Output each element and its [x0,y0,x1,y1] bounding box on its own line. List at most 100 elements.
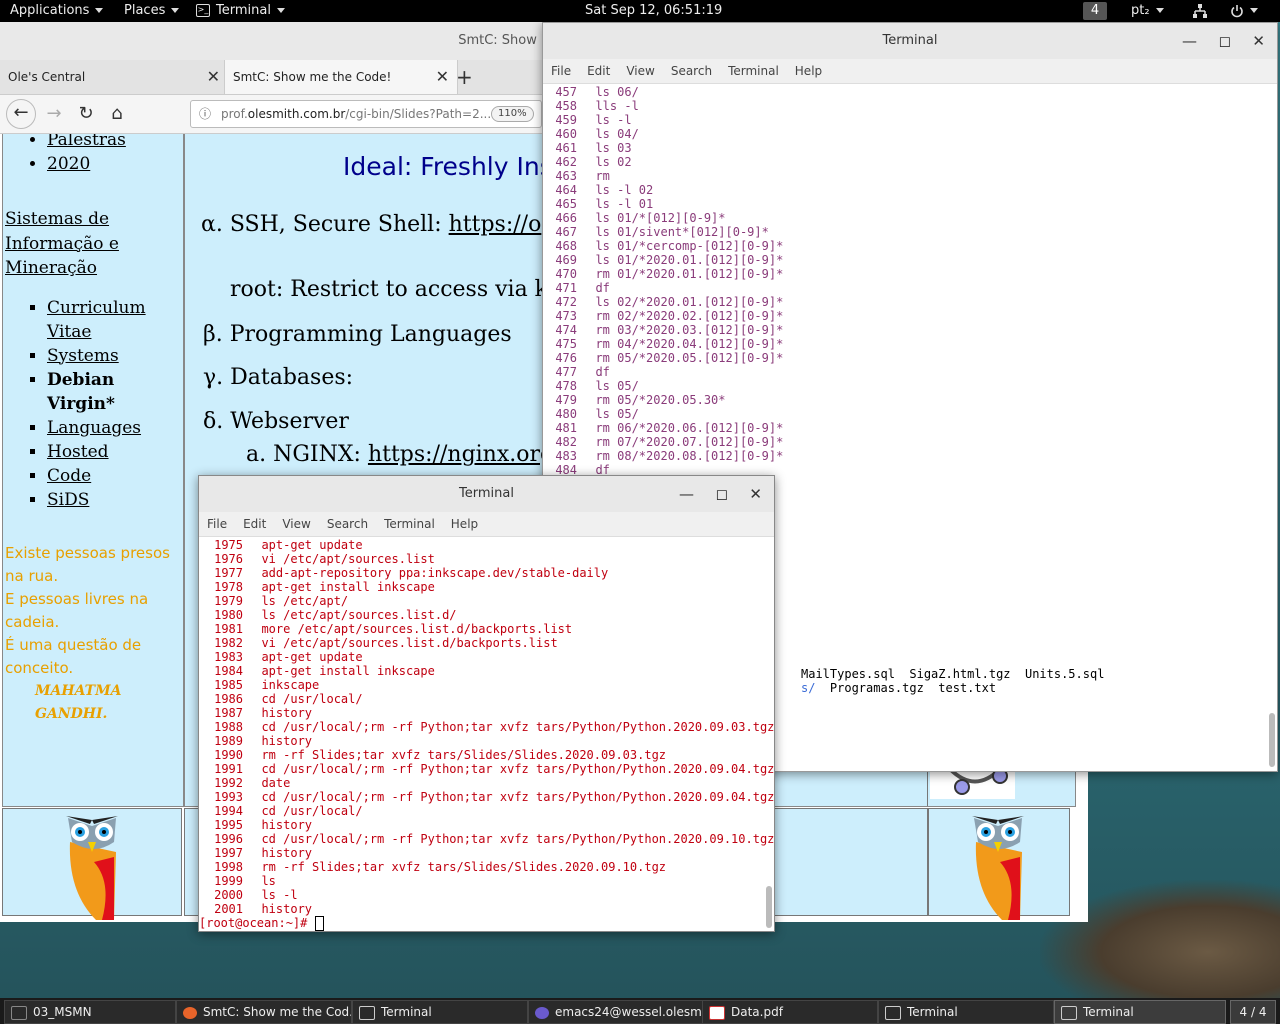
task-03-msmn[interactable]: 03_MSMN [4,1000,176,1024]
history-command: history [261,846,313,860]
menu-help[interactable]: Help [443,512,486,536]
scrollbar-thumb[interactable] [1269,713,1275,767]
close-icon[interactable]: ✕ [1252,23,1265,59]
history-line: 462 ls 02 [543,155,1277,169]
history-number: 1985 [214,678,243,692]
keyboard-label: pt₂ [1131,3,1150,18]
terminal-menu-bar: File Edit View Search Terminal Help [543,59,1277,84]
menu-file[interactable]: File [543,59,579,83]
back-button[interactable]: ← [6,99,36,129]
tab-oles-central[interactable]: Ole's Central ✕ [0,60,228,94]
zoom-indicator[interactable]: 110% [491,106,534,122]
terminal-output[interactable]: 1975 apt-get update 1976 vi /etc/apt/sour… [199,537,774,931]
history-number: 480 [555,407,577,421]
history-number: 1976 [214,552,243,566]
history-command: inkscape [261,678,320,692]
slide-item-databases: γ. Databases: [203,365,354,390]
close-tab-icon[interactable]: ✕ [436,60,449,94]
emacs-icon [535,1006,549,1019]
history-line: 1984 apt-get install inkscape [199,664,774,678]
history-number: 458 [555,99,577,113]
history-command: rm 08/*2020.08.[012][0-9]* [595,449,784,463]
places-menu[interactable]: Places [124,0,180,22]
history-line: 2000 ls -l [199,888,774,902]
history-number: 475 [555,337,577,351]
history-number: 474 [555,323,577,337]
link-code[interactable]: Code [47,466,91,486]
menu-file[interactable]: File [199,512,235,536]
tab-smtc[interactable]: SmtC: Show me the Code! ✕ [224,60,458,94]
terminal-app-menu[interactable]: >_ Terminal [196,0,285,22]
close-icon[interactable]: ✕ [749,476,762,512]
network-icon[interactable] [1192,0,1208,22]
history-line: 1987 history [199,706,774,720]
menu-terminal[interactable]: Terminal [376,512,443,536]
link-hosted[interactable]: Hosted [47,442,109,462]
task-emacs[interactable]: emacs24@wessel.olesmi... [528,1000,704,1024]
keyboard-layout[interactable]: pt₂ [1131,0,1164,22]
link-sids[interactable]: SiDS [47,490,89,510]
history-number: 468 [555,239,577,253]
history-command: rm 01/*2020.01.[012][0-9]* [595,267,784,281]
maximize-icon[interactable]: ◻ [1219,23,1231,59]
history-command: ls 02 [595,155,632,169]
file-listing-line: MailTypes.sql SigaZ.html.tgz Units.5.sql [801,667,1105,681]
task-pdf[interactable]: Data.pdf [702,1000,878,1024]
taskbar: 03_MSMN SmtC: Show me the Cod... Termina… [0,998,1280,1024]
menu-terminal[interactable]: Terminal [720,59,787,83]
task-terminal-1[interactable]: Terminal [352,1000,528,1024]
scrollbar-thumb[interactable] [766,886,772,928]
history-number: 1991 [214,762,243,776]
reload-button[interactable]: ↻ [72,101,100,127]
menu-edit[interactable]: Edit [235,512,274,536]
link-curriculum[interactable]: Curriculum Vitae [47,298,146,342]
history-command: rm 05/*2020.05.[012][0-9]* [595,351,784,365]
history-command: ls 01/*[012][0-9]* [595,211,726,225]
history-number: 462 [555,155,577,169]
task-terminal-3[interactable]: Terminal [1054,1000,1226,1024]
menu-edit[interactable]: Edit [579,59,618,83]
history-line: 1994 cd /usr/local/ [199,804,774,818]
url-bar[interactable]: ⓘ prof.olesmith.com.br/cgi-bin/Slides?Pa… [190,100,542,128]
task-label: 03_MSMN [33,1005,92,1019]
forward-button[interactable]: → [40,101,68,127]
terminal-title-bar[interactable]: Terminal [543,23,1277,59]
menu-view[interactable]: View [618,59,662,83]
maximize-icon[interactable]: ◻ [716,476,728,512]
chevron-down-icon [171,8,180,13]
menu-view[interactable]: View [274,512,318,536]
history-command: ls 01/sivent*[012][0-9]* [595,225,769,239]
minimize-icon[interactable]: — [1182,23,1197,59]
history-number: 463 [555,169,577,183]
places-label: Places [124,3,166,18]
home-button[interactable]: ⌂ [103,101,131,127]
menu-search[interactable]: Search [663,59,720,83]
workspace-indicator[interactable]: 4 [1083,2,1107,20]
link-2020[interactable]: 2020 [47,154,90,174]
task-label: Terminal [907,1005,958,1019]
clock[interactable]: Sat Sep 12, 06:51:19 [585,0,722,22]
menu-help[interactable]: Help [787,59,830,83]
link-languages[interactable]: Languages [47,418,141,438]
prompt-line[interactable]: [root@ocean:~]# [199,916,774,931]
menu-search[interactable]: Search [319,512,376,536]
power-menu[interactable] [1230,0,1258,22]
info-icon[interactable]: ⓘ [199,101,211,127]
link-sistemas[interactable]: Sistemas de Informação e Mineração [5,209,119,278]
minimize-icon[interactable]: — [679,476,694,512]
link-palestras[interactable]: Palestras [47,134,126,150]
top-panel: Applications Places >_ Terminal Sat Sep 1… [0,0,1280,22]
close-tab-icon[interactable]: ✕ [207,60,220,94]
history-command: rm -rf Slides;tar xvfz tars/Slides/Slide… [261,748,667,762]
applications-menu[interactable]: Applications [10,0,104,22]
quote-line: Existe pessoas presos na rua. [5,544,170,585]
link-systems[interactable]: Systems [47,346,119,366]
ssh-link[interactable]: https://o [449,212,542,237]
history-line: 469 ls 01/*2020.01.[012][0-9]* [543,253,1277,267]
nginx-link[interactable]: https://nginx.org [368,442,554,467]
task-terminal-2[interactable]: Terminal [878,1000,1054,1024]
task-firefox[interactable]: SmtC: Show me the Cod... [176,1000,352,1024]
new-tab-button[interactable]: + [456,60,473,94]
history-command: apt-get update [261,538,363,552]
workspace-pager[interactable]: 4 / 4 [1230,1000,1276,1024]
